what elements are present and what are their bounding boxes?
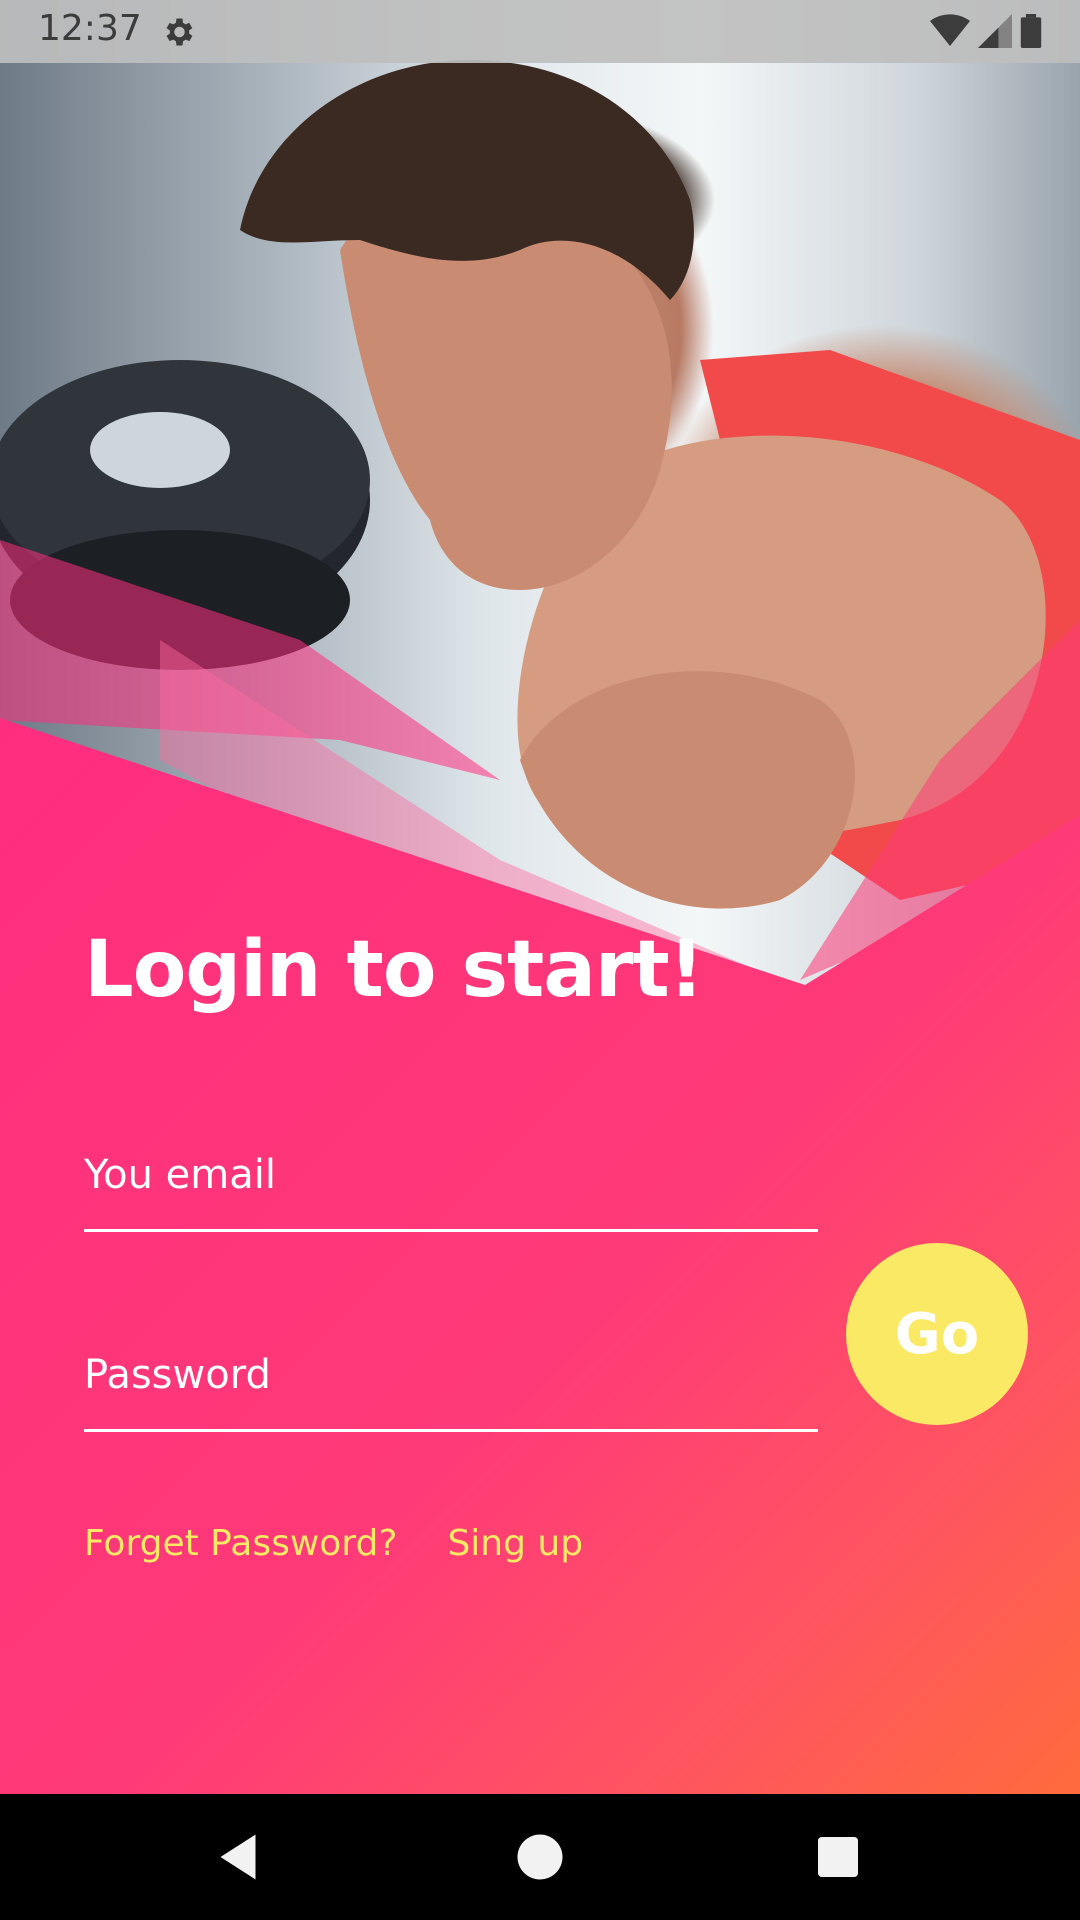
email-field-container [84,1125,818,1232]
signup-link[interactable]: Sing up [447,1523,583,1564]
password-field-container [84,1325,818,1432]
home-icon[interactable] [510,1827,570,1887]
cellular-signal-icon [978,14,1012,48]
login-screen: 12:37 Login to start! Go Forge [0,0,1080,1920]
wifi-icon [930,14,970,47]
password-field[interactable] [84,1345,818,1405]
battery-icon [1020,14,1042,48]
gear-icon [166,18,193,46]
navigation-bar [0,1794,1080,1920]
recent-apps-icon[interactable] [808,1827,868,1887]
page-title: Login to start! [84,925,704,1015]
auth-links: Forget Password? Sing up [84,1523,583,1564]
status-bar: 12:37 [0,0,1080,63]
status-indicators [930,14,1042,48]
back-icon[interactable] [208,1827,268,1887]
status-time: 12:37 [38,8,142,49]
forget-password-link[interactable]: Forget Password? [84,1523,397,1564]
go-button[interactable]: Go [846,1243,1028,1425]
email-field[interactable] [84,1145,818,1205]
